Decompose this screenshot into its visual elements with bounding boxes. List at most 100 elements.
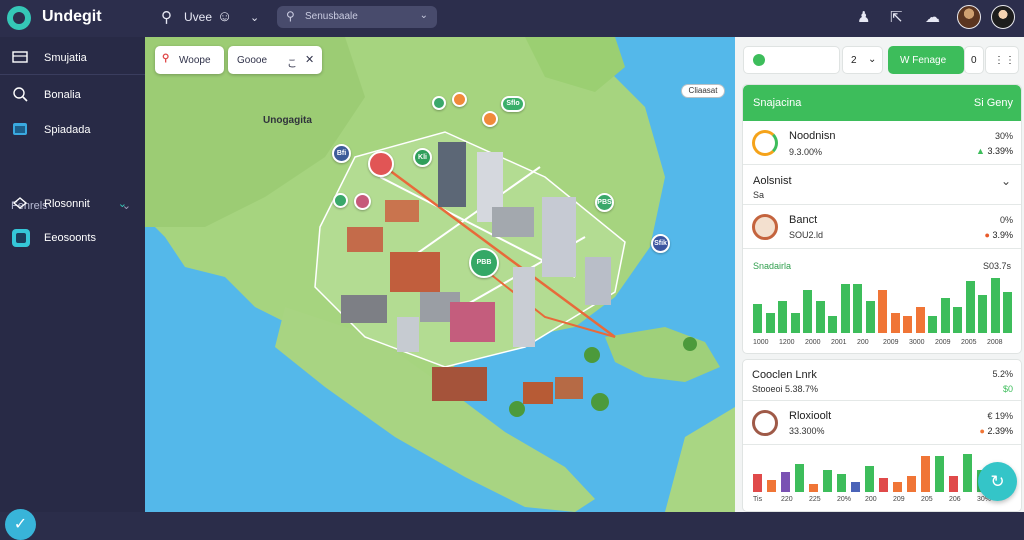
chart-x-label: 209 (893, 496, 905, 503)
row-change: ● 3.9% (984, 230, 1013, 240)
bar-chart (753, 275, 1013, 333)
divider (743, 444, 1021, 445)
chart-bar (965, 280, 975, 333)
map-filter-chip[interactable]: ⚲ Woope (155, 46, 224, 74)
row-name: Banct (789, 214, 818, 226)
map-control: こ (287, 59, 297, 70)
chart-x-label: 3000 (909, 339, 925, 346)
action-label: W Fenage (900, 55, 947, 66)
row-sub: 33.300% (789, 426, 825, 436)
check-button[interactable]: ✓ (5, 509, 36, 540)
close-icon[interactable]: ✕ (305, 53, 314, 66)
avatar-secondary[interactable] (991, 5, 1015, 29)
card-header: Snajacina Si Geny (743, 85, 1021, 121)
bar-chart (753, 452, 1013, 492)
map-pin[interactable]: Bfi (332, 144, 351, 163)
chart-x-label: 2000 (805, 339, 821, 346)
chart-bar (990, 277, 1000, 333)
chart-x-label: 2008 (987, 339, 1003, 346)
map-icon (12, 49, 28, 65)
chart-bar (828, 315, 837, 333)
chart-bar (893, 482, 902, 492)
row-name: Noodnisn (789, 130, 836, 142)
chevron-down-icon[interactable]: ⌄ (1001, 174, 1011, 188)
search-icon[interactable]: ⚲ (161, 8, 172, 26)
app-title: Undegit (42, 8, 102, 25)
data-panel: 2 ⌄ W Fenage 0 ⋮⋮ Snajacina Si Geny Nood… (735, 37, 1024, 512)
section-sub: Stooeoi 5.38.7% (752, 384, 819, 394)
nav-label[interactable]: Uvee (184, 10, 212, 24)
sidebar-item-3[interactable]: Spiadada (0, 113, 145, 147)
chart-bar (921, 456, 930, 492)
map-pin[interactable]: Sflo (501, 96, 525, 112)
status-dot-icon (753, 54, 765, 66)
chart-bar (851, 482, 860, 492)
smile-icon[interactable]: ☺ (217, 8, 232, 25)
map-search-input[interactable]: Goooe こ ✕ (228, 46, 322, 74)
chevron-down-icon[interactable]: ⌄ (250, 11, 259, 24)
action-button[interactable]: W Fenage (888, 46, 964, 74)
map-pin[interactable]: Kli (413, 148, 432, 167)
map-pin-small[interactable] (452, 92, 467, 107)
chart-bar (840, 283, 850, 333)
chart-bar (865, 301, 875, 333)
chart-bar (890, 312, 900, 333)
chart-bar (823, 470, 832, 492)
chart-x-labels: Tis 220 225 20% 200 209 205 206 30% (753, 496, 1013, 506)
map-pin-small[interactable] (354, 193, 371, 210)
chart-bar (803, 289, 812, 333)
user-icon[interactable]: ♟ (857, 8, 870, 26)
map-pin-active[interactable] (368, 151, 394, 177)
calendar-icon (12, 121, 28, 137)
chart-x-label: 205 (921, 496, 933, 503)
more-menu[interactable]: ⋮⋮ (985, 46, 1019, 74)
stepper[interactable]: 2 ⌄ (842, 46, 883, 74)
map-pin-small[interactable] (482, 111, 498, 127)
check-icon: ✓ (13, 516, 28, 533)
chart-x-label: 200 (865, 496, 877, 503)
row-sub: 9.3.00% (789, 147, 823, 157)
chart-x-labels: 1000 1200 2000 2001 200 2009 3000 2009 2005 2008 (753, 339, 1013, 349)
map-pin-small[interactable] (432, 96, 446, 110)
chart-x-label: 200 (857, 339, 869, 346)
list-item[interactable]: Noodnisn 9.3.00% 30% ▲ 3.39% (743, 121, 1021, 165)
row-value: 30% (994, 131, 1013, 141)
sidebar-item-2[interactable]: Bonalia (0, 78, 145, 112)
refresh-button[interactable]: ↻ (978, 462, 1017, 501)
app-logo[interactable] (7, 6, 31, 30)
up-icon: ▲ (976, 146, 988, 156)
map-pin[interactable]: PBS (595, 193, 614, 212)
list-item[interactable]: Banct SOU2.ld 0% ● 3.9% (743, 205, 1021, 249)
chart-x-label: 2009 (883, 339, 899, 346)
map-tag[interactable]: Cliaasat (681, 84, 725, 98)
avatar[interactable] (957, 5, 981, 29)
chat-icon[interactable]: ☁ (925, 8, 940, 26)
map-pin[interactable]: Sfik (651, 234, 670, 253)
chart-bar (795, 464, 804, 492)
search-input[interactable]: ⚲ Senusbaale ⌄ (277, 6, 437, 28)
map-view[interactable]: ⚲ Woope Goooe こ ✕ Unogagita Cliaasat Bfi… (145, 37, 735, 512)
row-name: Rloxioolt (789, 410, 832, 422)
count-badge[interactable]: 0 (964, 46, 984, 74)
sidebar-item-label: Bonalia (44, 89, 81, 101)
chart-x-label: 2001 (831, 339, 847, 346)
list-item[interactable]: Aolsnist Sa ⌄ (743, 165, 1021, 205)
chart-x-label: 1200 (779, 339, 795, 346)
sidebar-item-5[interactable]: Eeosoonts (0, 221, 145, 255)
panel-selector[interactable] (743, 46, 840, 74)
chart-bar (781, 472, 790, 492)
chart-x-label: 225 (809, 496, 821, 503)
map-pin-main[interactable]: PBB (469, 248, 499, 278)
map-pin-small[interactable] (333, 193, 348, 208)
sidebar-item-4[interactable]: Rlosonnit ⌄ (0, 187, 145, 221)
refresh-icon: ↻ (990, 472, 1005, 491)
chart-x-label: Tis (753, 496, 763, 503)
sidebar-item-1[interactable]: Smujatia (0, 41, 145, 75)
share-icon[interactable]: ⇱ (890, 8, 903, 26)
more-icon: ⋮⋮ (994, 55, 1016, 66)
chart-x-label: 20% (837, 496, 852, 503)
chart-bar (853, 283, 862, 333)
filter-label: Woope (179, 55, 211, 66)
chart-bar (809, 484, 818, 492)
stepper-value: 2 (851, 55, 857, 66)
